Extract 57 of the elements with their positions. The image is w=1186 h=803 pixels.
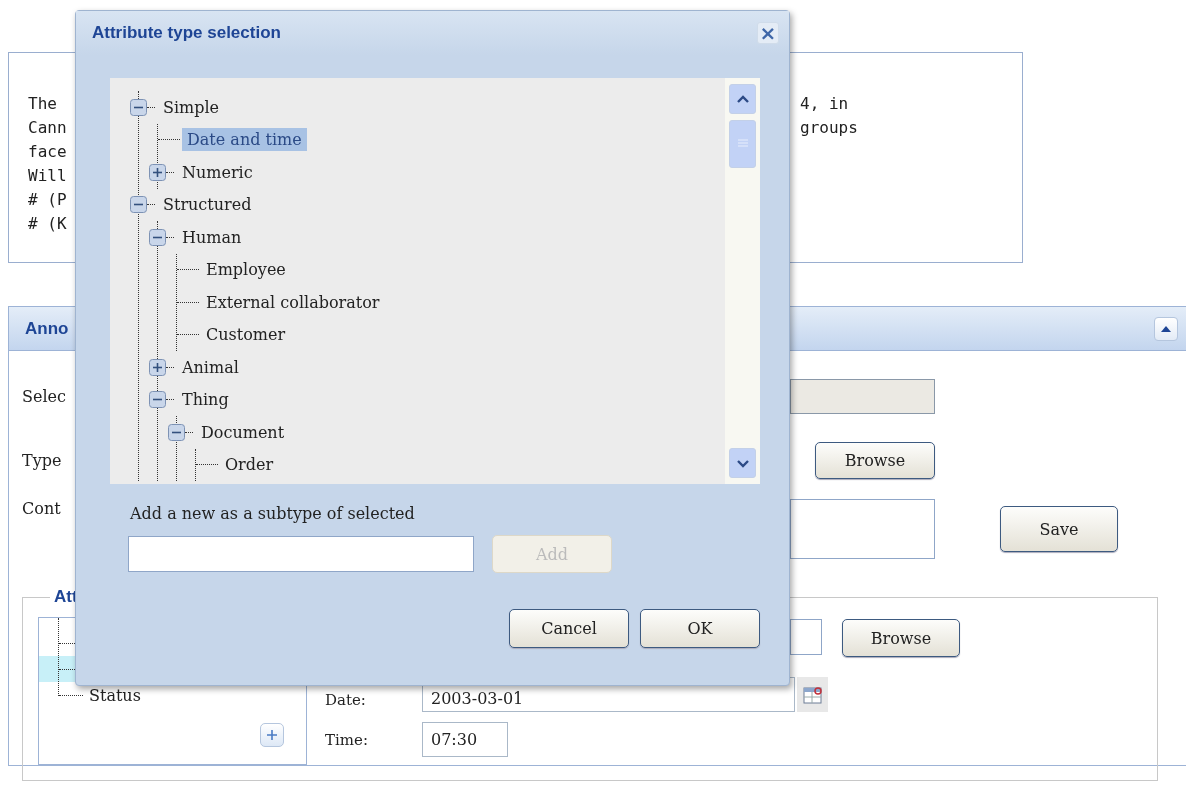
collapse-icon[interactable] <box>130 196 147 214</box>
tree-item[interactable]: Thing <box>177 388 234 412</box>
expand-icon[interactable] <box>149 358 166 376</box>
expand-icon[interactable] <box>149 163 166 181</box>
tree-item[interactable]: Document <box>196 420 290 444</box>
tree-item[interactable]: Human <box>177 225 247 249</box>
collapse-icon[interactable] <box>149 228 166 246</box>
text-line: Will <box>28 165 67 187</box>
chevron-up-icon <box>735 94 750 104</box>
caret-icon <box>1160 324 1172 333</box>
calendar-icon <box>802 684 823 705</box>
collapse-icon[interactable] <box>168 423 185 441</box>
field-label: Cont <box>22 498 61 520</box>
tree-item[interactable]: Simple <box>158 95 225 119</box>
collapse-icon[interactable] <box>130 98 147 116</box>
list-row[interactable]: Status <box>39 682 306 708</box>
scroll-up-button[interactable] <box>729 84 756 114</box>
ok-button[interactable]: OK <box>640 609 760 648</box>
add-button[interactable] <box>260 723 284 747</box>
tree-item[interactable]: Date and time <box>182 128 307 152</box>
scrollbar-thumb[interactable] <box>729 120 756 168</box>
text-line: The <box>28 93 57 115</box>
browse-button[interactable]: Browse <box>842 619 960 657</box>
tree-item[interactable]: Numeric <box>177 160 258 184</box>
cancel-button[interactable]: Cancel <box>509 609 629 648</box>
text-line: Cann <box>28 117 67 139</box>
text-line: # (P <box>28 189 67 211</box>
collapse-button[interactable] <box>1154 316 1178 341</box>
browse-button[interactable]: Browse <box>815 442 935 479</box>
list-item-label: Status <box>89 685 141 705</box>
tree-item[interactable]: Animal <box>177 355 244 379</box>
text-line: groups <box>800 117 858 139</box>
field-label: Selec <box>22 387 66 406</box>
calendar-button[interactable] <box>797 677 828 712</box>
scroll-down-button[interactable] <box>729 448 756 478</box>
text-line: # (K <box>28 213 67 235</box>
chevron-down-icon <box>735 458 750 468</box>
plus-icon <box>266 729 278 741</box>
panel-title: Anno <box>25 318 69 339</box>
text-line: face <box>28 141 67 163</box>
field-label: Date: <box>325 690 367 711</box>
save-button[interactable]: Save <box>1000 506 1118 552</box>
tree-item[interactable]: External collaborator <box>201 290 385 314</box>
input-field[interactable] <box>128 536 474 572</box>
collapse-icon[interactable] <box>149 391 166 409</box>
tree-item[interactable]: Employee <box>201 258 291 282</box>
tree-item[interactable]: Structured <box>158 193 257 217</box>
tree-item[interactable]: Order <box>220 453 279 477</box>
field-label: Add a new as a subtype of selected <box>130 504 416 523</box>
text-line: 4, in <box>800 93 849 115</box>
dialog-title: Attribute type selection <box>92 23 281 43</box>
close-button[interactable]: × <box>757 22 779 44</box>
tree-item[interactable]: Customer <box>201 323 291 347</box>
time-field[interactable]: 07:30 <box>422 722 508 757</box>
input-field[interactable] <box>790 619 822 655</box>
field-label: Time: <box>325 730 369 749</box>
field-label: Type <box>22 450 62 472</box>
